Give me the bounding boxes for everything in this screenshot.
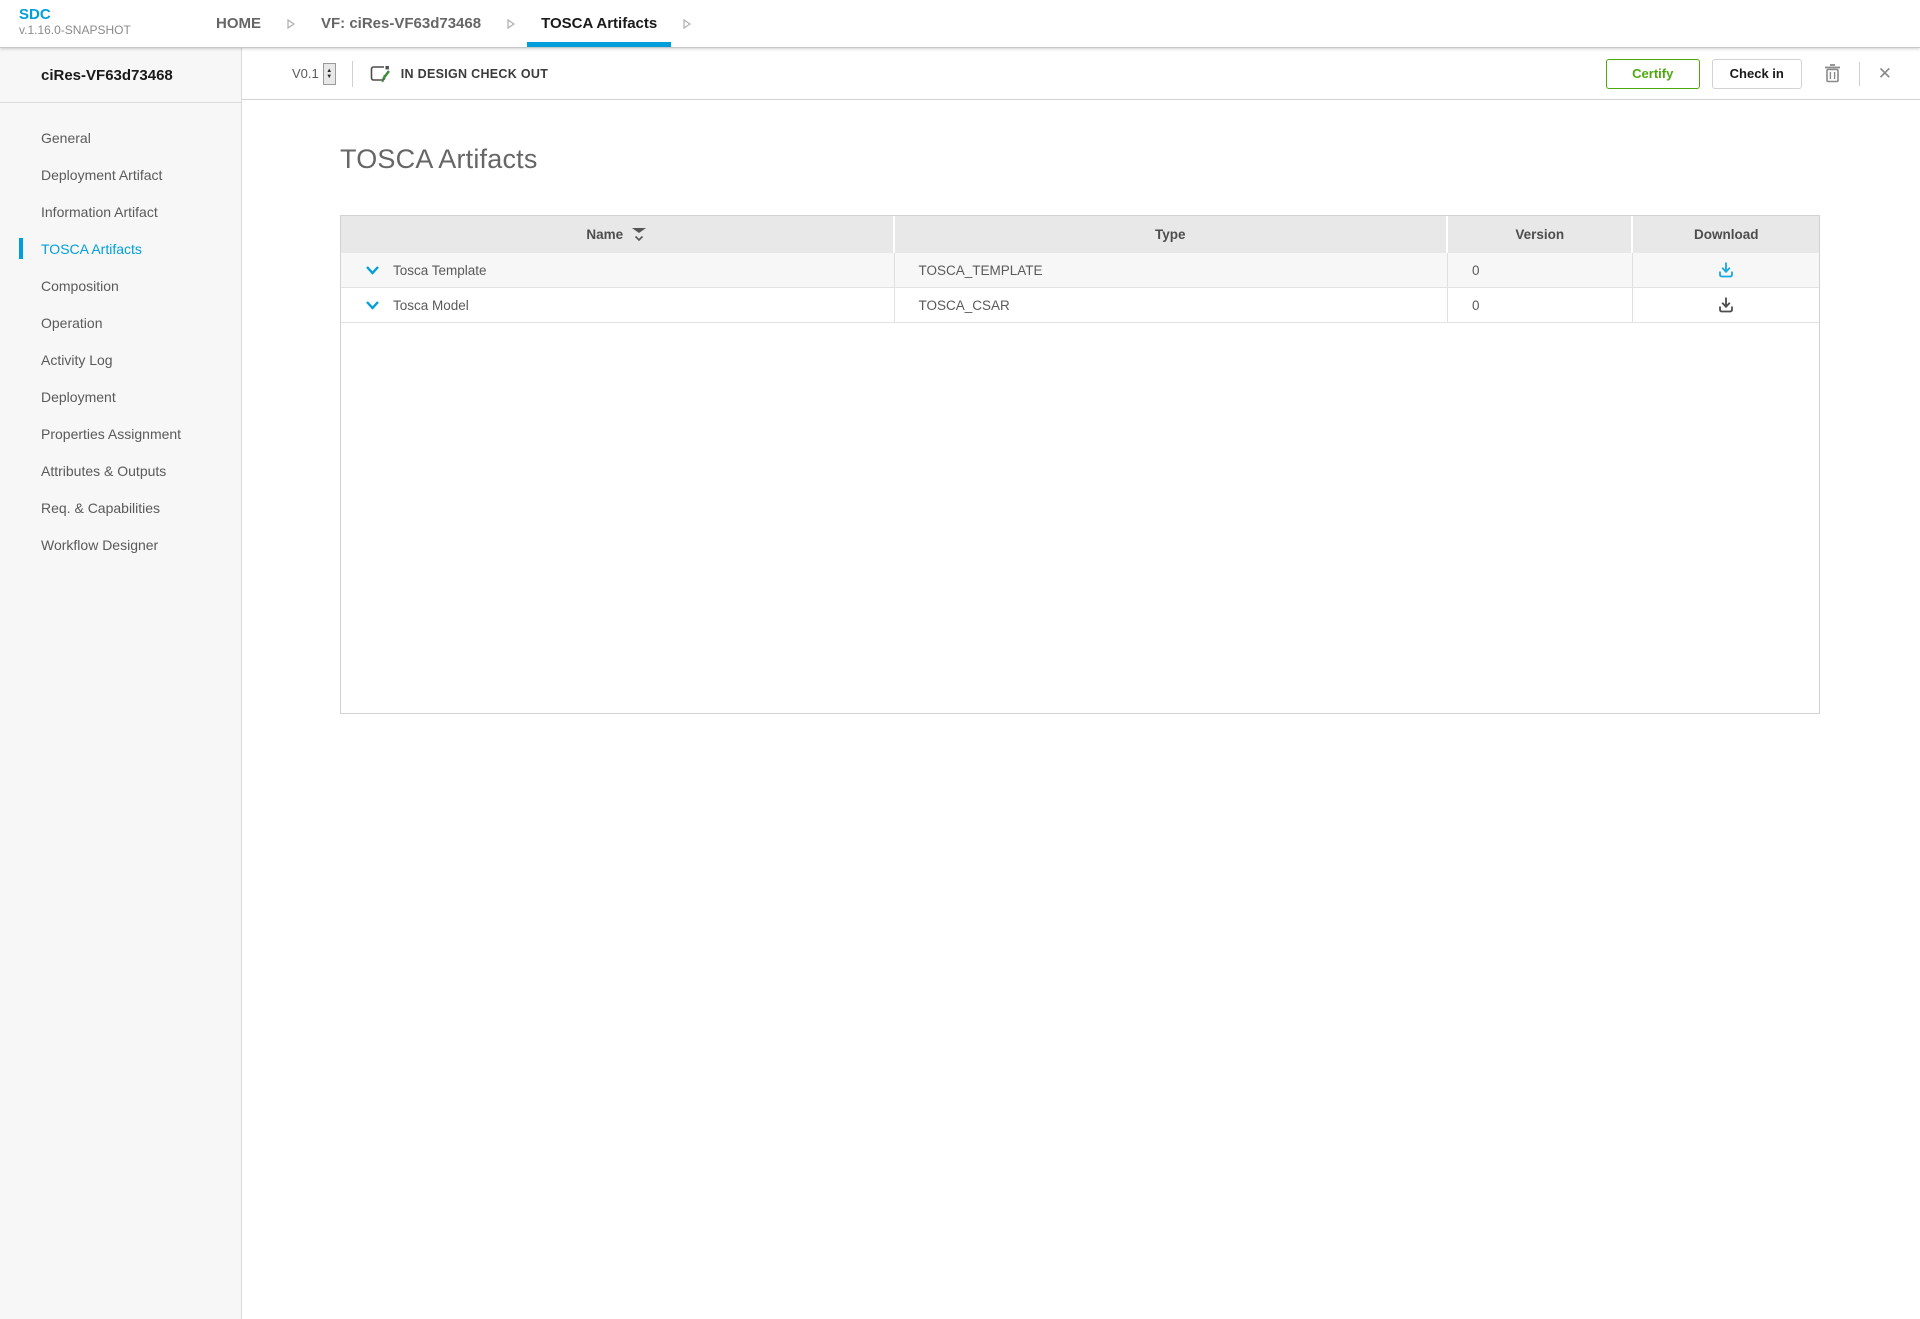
breadcrumb-arrow-icon: [495, 0, 527, 47]
sidebar-item-tosca-artifacts[interactable]: TOSCA Artifacts: [0, 230, 241, 267]
download-button[interactable]: [1717, 296, 1735, 314]
sidebar-item-deployment[interactable]: Deployment: [0, 378, 241, 415]
sidebar-item-properties-assignment[interactable]: Properties Assignment: [0, 415, 241, 452]
chevron-down-icon: [365, 300, 380, 311]
close-button[interactable]: ✕: [1874, 60, 1896, 88]
breadcrumb-arrow-icon: [275, 0, 307, 47]
breadcrumb-tosca-artifacts-active[interactable]: TOSCA Artifacts: [527, 0, 671, 47]
resource-title: ciRes-VF63d73468: [41, 67, 173, 84]
certify-button[interactable]: Certify: [1606, 59, 1700, 89]
sidebar-item-attributes-outputs[interactable]: Attributes & Outputs: [0, 452, 241, 489]
check-in-button[interactable]: Check in: [1712, 59, 1802, 89]
app-version: v.1.16.0-SNAPSHOT: [19, 23, 176, 37]
artifact-type: TOSCA_CSAR: [895, 288, 1449, 322]
stepper-down-icon: ▼: [326, 74, 332, 80]
breadcrumb-vf[interactable]: VF: ciRes-VF63d73468: [307, 0, 495, 47]
close-icon: ✕: [1878, 64, 1892, 84]
lifecycle-status: IN DESIGN CHECK OUT: [369, 64, 548, 84]
checkout-pencil-icon: [369, 64, 392, 84]
app-name: SDC: [19, 6, 176, 23]
column-header-name-label: Name: [586, 227, 623, 242]
download-icon: [1717, 296, 1735, 314]
sidebar-item-workflow-designer[interactable]: Workflow Designer: [0, 526, 241, 563]
table-empty-area: [341, 323, 1819, 713]
artifact-version: 0: [1448, 253, 1633, 287]
column-header-download[interactable]: Download: [1633, 216, 1818, 253]
chevron-down-icon: [365, 265, 380, 276]
delete-button[interactable]: [1820, 60, 1845, 87]
download-button[interactable]: [1717, 261, 1735, 279]
artifact-name: Tosca Template: [393, 263, 487, 278]
column-header-version[interactable]: Version: [1448, 216, 1633, 253]
artifacts-table: Name Type Version Download: [340, 215, 1820, 714]
expand-row-button[interactable]: [365, 265, 380, 276]
breadcrumb-arrow-icon: [671, 0, 703, 47]
breadcrumb-home[interactable]: HOME: [202, 0, 275, 47]
version-stepper[interactable]: ▲ ▼: [323, 63, 336, 85]
sidebar: ciRes-VF63d73468 General Deployment Arti…: [0, 48, 242, 1319]
sidebar-item-activity-log[interactable]: Activity Log: [0, 341, 241, 378]
app-logo[interactable]: SDC v.1.16.0-SNAPSHOT: [0, 0, 176, 47]
top-navigation-bar: SDC v.1.16.0-SNAPSHOT HOME VF: ciRes-VF6…: [0, 0, 1920, 48]
sidebar-menu: General Deployment Artifact Information …: [0, 103, 241, 563]
tosca-artifacts-page: TOSCA Artifacts Name Type Version: [242, 100, 1920, 1319]
sidebar-item-req-capabilities[interactable]: Req. & Capabilities: [0, 489, 241, 526]
version-value: V0.1: [292, 66, 319, 81]
table-row-tosca-template[interactable]: Tosca Template TOSCA_TEMPLATE 0: [341, 253, 1819, 288]
artifact-type: TOSCA_TEMPLATE: [895, 253, 1449, 287]
sidebar-item-deployment-artifact[interactable]: Deployment Artifact: [0, 156, 241, 193]
artifact-version: 0: [1448, 288, 1633, 322]
column-header-type[interactable]: Type: [895, 216, 1449, 253]
column-header-name[interactable]: Name: [341, 216, 895, 253]
table-row-tosca-model[interactable]: Tosca Model TOSCA_CSAR 0: [341, 288, 1819, 323]
page-title: TOSCA Artifacts: [340, 144, 1920, 175]
sidebar-header: ciRes-VF63d73468: [0, 48, 241, 103]
sidebar-item-operation[interactable]: Operation: [0, 304, 241, 341]
artifact-name: Tosca Model: [393, 298, 469, 313]
table-header-row: Name Type Version Download: [341, 216, 1819, 253]
lifecycle-status-label: IN DESIGN CHECK OUT: [401, 67, 548, 81]
sidebar-item-general[interactable]: General: [0, 119, 241, 156]
sort-caret-icon: [631, 227, 647, 242]
sidebar-item-composition[interactable]: Composition: [0, 267, 241, 304]
version-toolbar: V0.1 ▲ ▼ IN DESIGN CHECK OUT Certi: [242, 48, 1920, 100]
toolbar-divider: [352, 61, 353, 87]
sidebar-item-information-artifact[interactable]: Information Artifact: [0, 193, 241, 230]
toolbar-divider: [1859, 62, 1860, 86]
trash-icon: [1824, 64, 1841, 83]
download-icon: [1717, 261, 1735, 279]
expand-row-button[interactable]: [365, 300, 380, 311]
breadcrumb: HOME VF: ciRes-VF63d73468 TOSCA Artifact…: [202, 0, 703, 47]
